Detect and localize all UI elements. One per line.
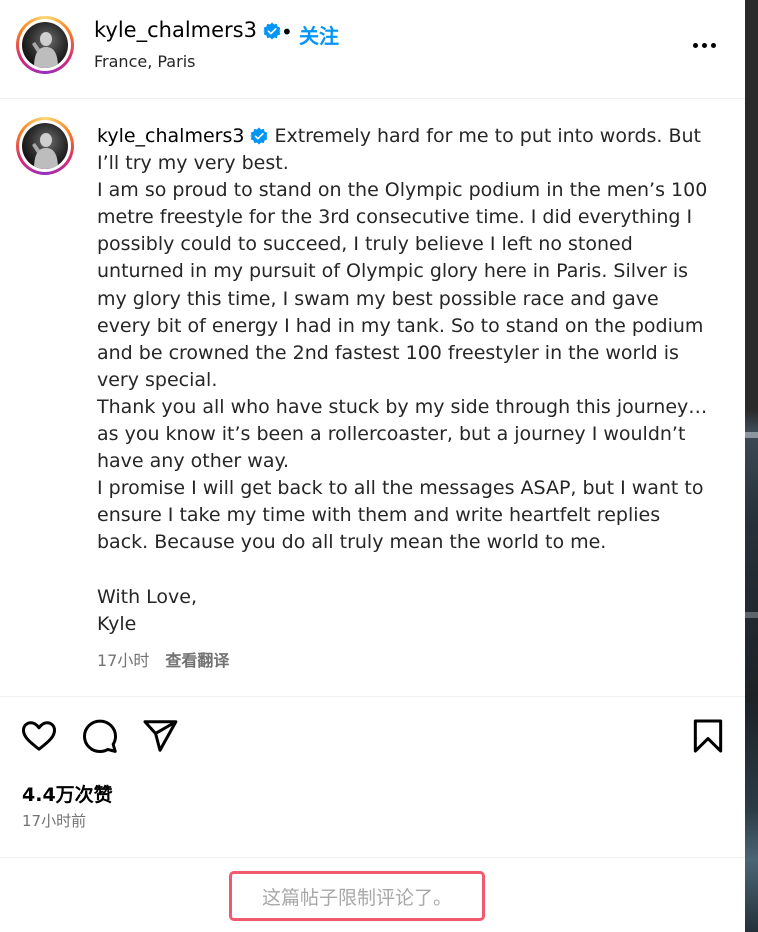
bookmark-icon[interactable]: [689, 717, 727, 755]
avatar-photo: [32, 32, 58, 68]
like-count[interactable]: 4.4万次赞: [22, 780, 113, 807]
caption-paragraph: Thank you all who have stuck by my side …: [97, 395, 708, 473]
header-username-row: kyle_chalmers3: [94, 18, 281, 42]
send-icon[interactable]: [141, 717, 179, 755]
post-panel: kyle_chalmers3 • 关注 France, Paris kyle_c…: [0, 0, 745, 932]
caption-paragraph: I am so proud to stand on the Olympic po…: [97, 179, 708, 391]
divider: [0, 696, 745, 697]
caption-signature: Kyle: [97, 612, 137, 635]
caption-paragraph: I promise I will get back to all the mes…: [97, 477, 704, 554]
caption-avatar[interactable]: [16, 117, 74, 175]
post-timestamp[interactable]: 17小时前: [22, 810, 86, 831]
location-link[interactable]: France, Paris: [94, 52, 195, 71]
caption-avatar-photo: [32, 133, 58, 169]
comments-restricted-text: 这篇帖子限制评论了。: [261, 886, 452, 909]
follow-button[interactable]: 关注: [299, 20, 339, 49]
background-photo-detail: [745, 612, 758, 618]
caption-verified-badge-icon: [250, 127, 269, 145]
heart-icon[interactable]: [20, 717, 58, 755]
caption-meta: 17小时 查看翻译: [97, 647, 229, 671]
more-options-icon[interactable]: [690, 40, 720, 52]
caption-signoff: With Love,: [97, 585, 198, 608]
background-photo-detail: [745, 432, 758, 438]
post-header: kyle_chalmers3 • 关注 France, Paris: [0, 0, 745, 99]
caption-username[interactable]: kyle_chalmers3: [97, 125, 244, 147]
post-caption: kyle_chalmers3 Extremely hard for me to p…: [97, 123, 712, 638]
header-username[interactable]: kyle_chalmers3: [94, 18, 257, 42]
avatar[interactable]: [16, 16, 74, 74]
background-photo-edge: [745, 0, 758, 932]
see-translation-button[interactable]: 查看翻译: [165, 651, 229, 670]
separator-dot: •: [281, 20, 293, 44]
comments-restricted-notice: 这篇帖子限制评论了。: [229, 871, 485, 921]
verified-badge-icon: [262, 22, 281, 40]
divider: [0, 857, 745, 858]
caption-time: 17小时: [97, 651, 150, 670]
comment-icon[interactable]: [81, 717, 119, 755]
